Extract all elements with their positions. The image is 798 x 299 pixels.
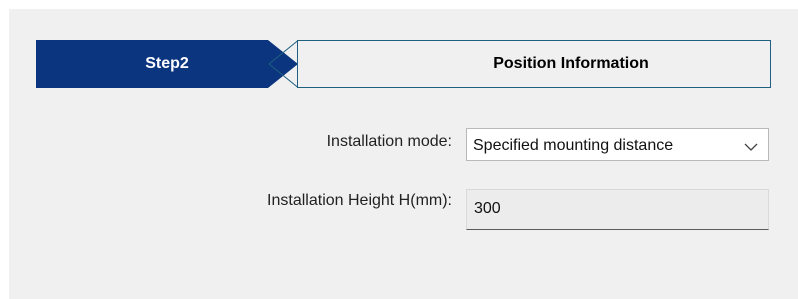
installation-height-value: 300 xyxy=(474,200,501,217)
chevron-down-icon[interactable] xyxy=(744,139,758,157)
installation-mode-dropdown[interactable]: Specified mounting distance xyxy=(466,128,769,161)
step-progress-bar: Step2 Position Information xyxy=(36,40,771,88)
installation-mode-label: Installation mode: xyxy=(326,133,452,150)
installation-height-input[interactable]: 300 xyxy=(466,189,769,230)
installation-mode-value: Specified mounting distance xyxy=(473,137,674,154)
step-title: Position Information xyxy=(493,55,649,72)
installation-height-label: Installation Height H(mm): xyxy=(267,192,452,209)
step-number-label: Step2 xyxy=(145,55,189,72)
